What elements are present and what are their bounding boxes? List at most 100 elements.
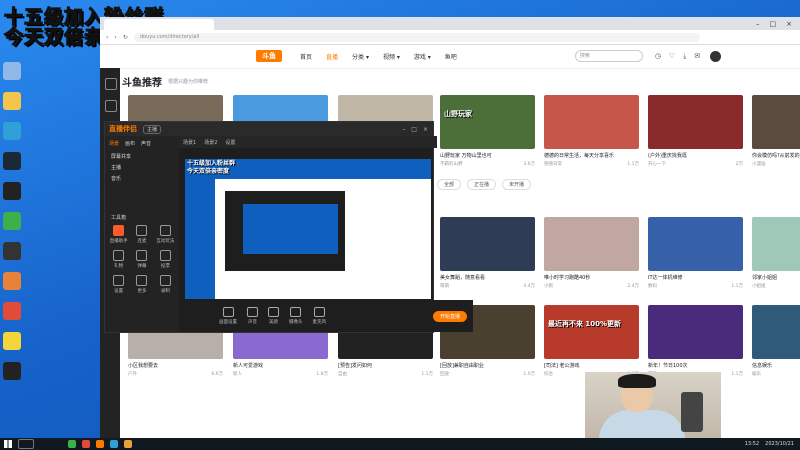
follow-icon[interactable]: ♡: [669, 52, 675, 61]
stream-thumbnail[interactable]: [648, 95, 743, 149]
stream-thumbnail[interactable]: [752, 217, 800, 271]
history-icon[interactable]: ◷: [655, 52, 661, 61]
stream-title[interactable]: [司法] 老公游戏: [544, 362, 639, 369]
go-live-button[interactable]: 开始直播: [432, 310, 467, 322]
source-item[interactable]: 主播: [105, 162, 179, 173]
app-settings-button[interactable]: 设置: [225, 139, 235, 146]
stream-card[interactable]: IT达一体机维修 数码 1.1万: [648, 217, 743, 289]
user-avatar[interactable]: [710, 50, 722, 62]
forward-icon[interactable]: ›: [114, 34, 116, 41]
stream-card[interactable]: 唯小时学习跑酷40秒 小跑 2.4万: [544, 217, 639, 289]
camera-button[interactable]: 摄像头: [289, 307, 303, 325]
follow-list-icon[interactable]: [105, 100, 117, 112]
streamer-name[interactable]: 新人: [233, 371, 242, 377]
edge-icon[interactable]: [3, 122, 21, 140]
streamer-name[interactable]: 小跑: [544, 283, 553, 289]
nav-category[interactable]: 分类 ▾: [352, 52, 369, 61]
filter-all[interactable]: 全部: [437, 179, 462, 190]
nav-game[interactable]: 游戏 ▾: [414, 52, 431, 61]
maximize-button[interactable]: □: [770, 19, 777, 30]
taskbar-search-icon[interactable]: [18, 439, 34, 449]
site-logo[interactable]: 斗鱼: [256, 50, 282, 62]
stream-title[interactable]: 德德的日常生活，每天分享喜乐: [544, 152, 639, 159]
stream-title[interactable]: 新人可爱游戏: [233, 362, 328, 369]
close-button[interactable]: ×: [786, 19, 792, 30]
stream-card[interactable]: 你会模仿吗?从前发的... 小漫画1.9万: [752, 95, 800, 167]
app-icon[interactable]: [3, 272, 21, 290]
streamer-name[interactable]: 小漫画: [752, 161, 766, 167]
filter-offline[interactable]: 未开播: [502, 179, 532, 190]
address-input[interactable]: douyu.com/directory/all: [133, 32, 700, 42]
message-icon[interactable]: ✉: [694, 52, 700, 61]
app-icon[interactable]: [3, 212, 21, 230]
taskbar-app-icon[interactable]: [82, 440, 90, 448]
tool-button[interactable]: 互动玩法: [155, 225, 176, 244]
taskbar-app-icon[interactable]: [124, 440, 132, 448]
audio-button[interactable]: 声音: [247, 307, 258, 325]
app-minimize-button[interactable]: –: [402, 126, 405, 133]
stream-card[interactable]: 德德的日常生活，每天分享喜乐 德德日常 1.1万: [544, 95, 639, 167]
browser-tab[interactable]: [104, 19, 214, 30]
folder-icon[interactable]: [3, 92, 21, 110]
streamer-name[interactable]: 综合: [544, 371, 553, 377]
stream-title[interactable]: (户外)重庆找我逛: [648, 152, 743, 159]
screen-settings-button[interactable]: 画面设置: [219, 307, 237, 325]
app-close-button[interactable]: ×: [423, 126, 428, 133]
stream-thumbnail[interactable]: 山野玩家: [440, 95, 535, 149]
stream-title[interactable]: [回放]兼职自由职业: [440, 362, 535, 369]
app-icon[interactable]: [3, 362, 21, 380]
stream-card[interactable]: 信息娱乐娱乐1.0万: [752, 305, 800, 377]
stream-title[interactable]: IT达一体机维修: [648, 274, 743, 281]
stream-title[interactable]: 信息娱乐: [752, 362, 800, 369]
qq-icon[interactable]: [3, 182, 21, 200]
scene-1-tab[interactable]: 场景1: [183, 139, 196, 146]
computer-icon[interactable]: [3, 62, 21, 80]
tray-date[interactable]: 2023/10/21: [765, 441, 794, 447]
stream-thumbnail[interactable]: 最近再不来 100%更新: [544, 305, 639, 359]
mic-button[interactable]: 麦克风: [313, 307, 326, 325]
stream-title[interactable]: 山野玩家 万物山里也可: [440, 152, 535, 159]
nav-live[interactable]: 直播: [326, 52, 338, 61]
stream-title[interactable]: [预告]发问如何: [338, 362, 433, 369]
nav-video[interactable]: 视频 ▾: [383, 52, 400, 61]
streamer-name[interactable]: 娱乐: [752, 371, 761, 377]
chrome-icon[interactable]: [3, 302, 21, 320]
stream-title[interactable]: 唯小时学习跑酷40秒: [544, 274, 639, 281]
tool-button[interactable]: 连麦: [131, 225, 152, 244]
streamer-name[interactable]: 数码: [648, 283, 657, 289]
streamer-name[interactable]: 回放: [440, 371, 449, 377]
scene-2-tab[interactable]: 场景2: [204, 139, 217, 146]
app-icon[interactable]: [3, 332, 21, 350]
tool-button[interactable]: 直播助手: [108, 225, 129, 244]
stream-thumbnail[interactable]: [752, 95, 800, 149]
app-maximize-button[interactable]: □: [411, 126, 417, 133]
taskbar-app-icon[interactable]: [110, 440, 118, 448]
stream-card[interactable]: (户外)重庆找我逛 开心一下 2万: [648, 95, 743, 167]
tool-button[interactable]: 设置: [108, 275, 129, 294]
streamer-name[interactable]: 户外: [128, 371, 137, 377]
streamer-name[interactable]: 自由: [338, 371, 347, 377]
tab-canvas[interactable]: 画布: [125, 140, 135, 147]
streamer-name[interactable]: 萌萌: [440, 283, 449, 289]
stream-title[interactable]: 新年！节日100次: [648, 362, 743, 369]
stream-thumbnail[interactable]: [648, 305, 743, 359]
app-icon[interactable]: [3, 242, 21, 260]
stream-thumbnail[interactable]: [544, 95, 639, 149]
tab-scene[interactable]: 场景: [109, 140, 119, 147]
stream-card[interactable]: 美女舞蹈，随意看看 萌萌 4.4万: [440, 217, 535, 289]
tool-button[interactable]: 录制: [155, 275, 176, 294]
stream-card[interactable]: 最近再不来 100%更新[司法] 老公游戏综合1.1万: [544, 305, 639, 377]
stream-thumbnail[interactable]: [648, 217, 743, 271]
streamer-name[interactable]: 不羁的山野: [440, 161, 463, 167]
tab-audio[interactable]: 声音: [141, 140, 151, 147]
windows-start-icon[interactable]: [4, 440, 12, 448]
taskbar-app-icon[interactable]: [68, 440, 76, 448]
tool-button[interactable]: 投票: [155, 250, 176, 269]
source-item[interactable]: 屏幕共享: [105, 151, 179, 162]
steam-icon[interactable]: [3, 152, 21, 170]
filter-live[interactable]: 正在播: [467, 179, 497, 190]
tool-button[interactable]: 弹幕: [131, 250, 152, 269]
stream-card[interactable]: 邻家小姐姐小姐姐3.6万: [752, 217, 800, 289]
streamer-name[interactable]: 小姐姐: [752, 283, 766, 289]
nav-yuba[interactable]: 鱼吧: [445, 52, 457, 61]
